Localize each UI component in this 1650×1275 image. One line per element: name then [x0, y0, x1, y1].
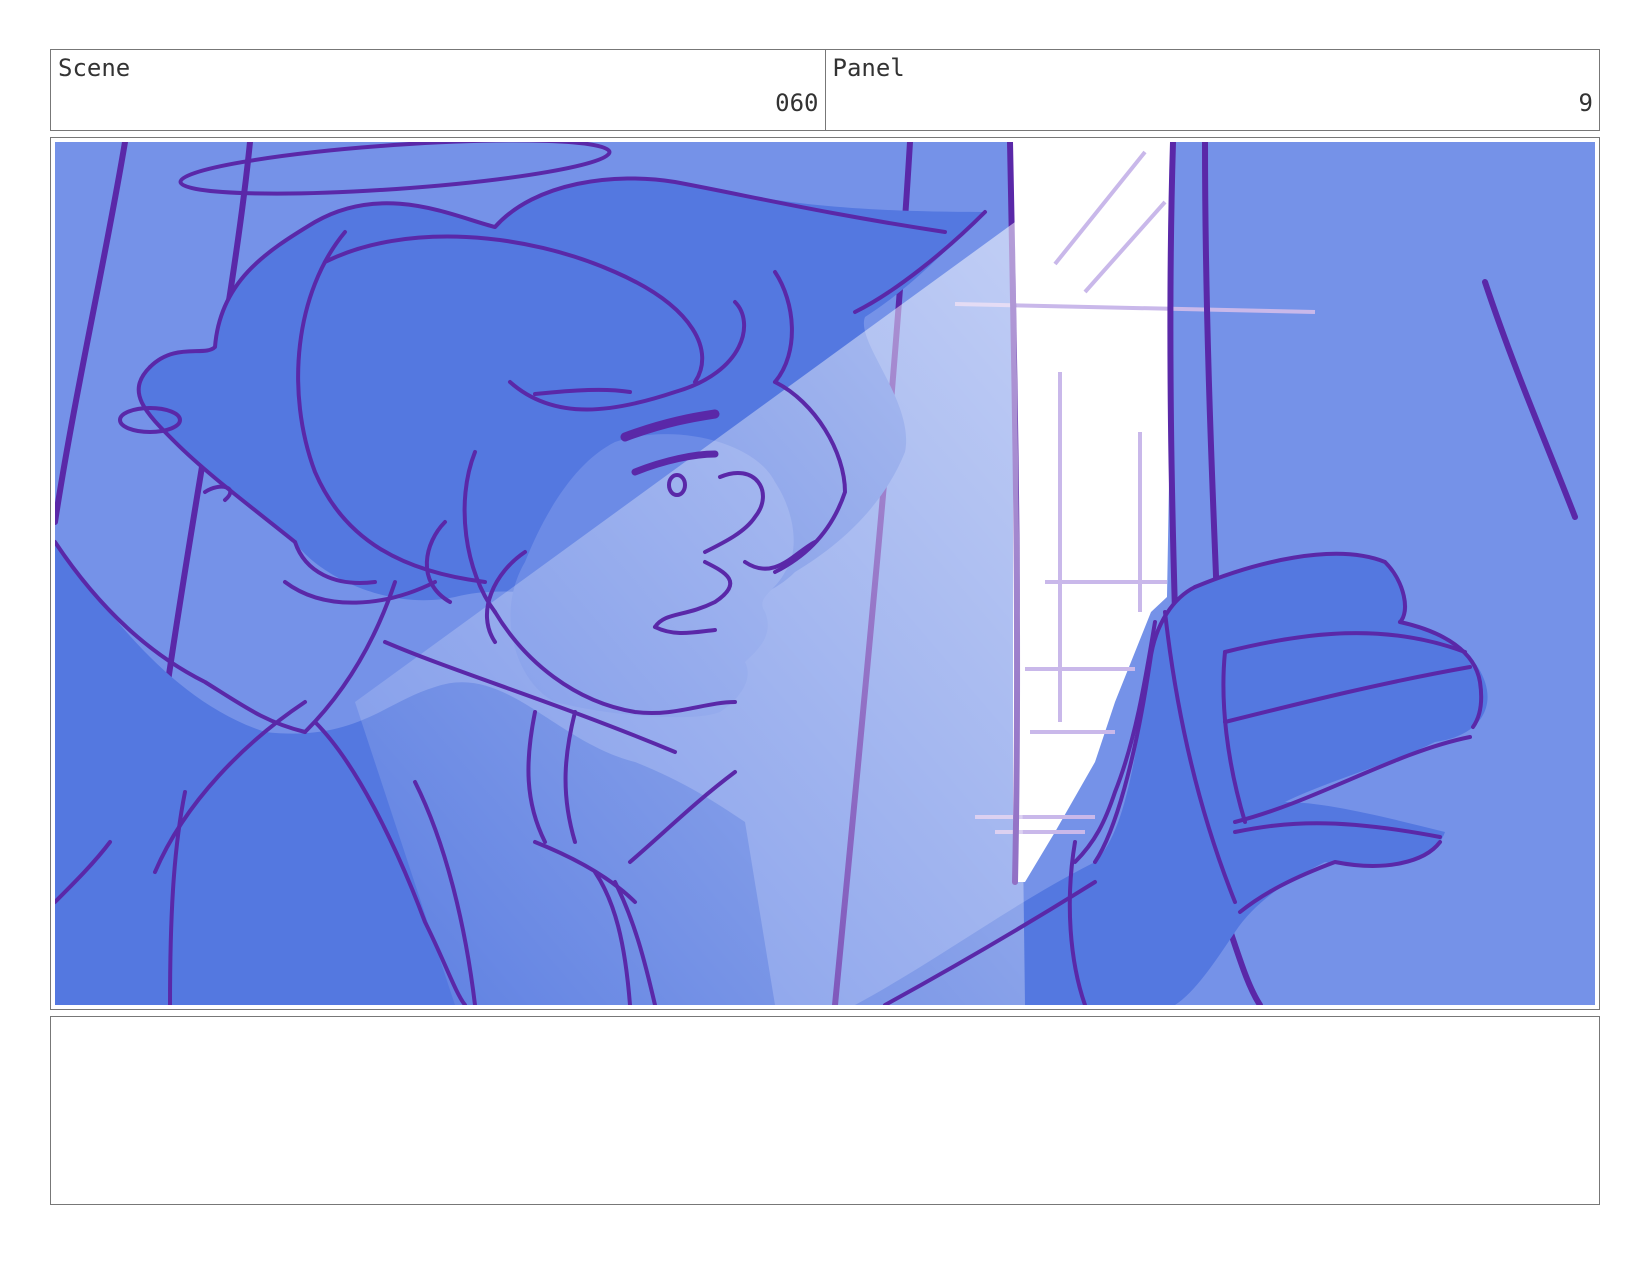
panel-label: Panel: [832, 54, 905, 82]
storyboard-frame: [50, 137, 1600, 1010]
panel-cell: Panel 9: [824, 50, 1600, 130]
storyboard-drawing: [55, 142, 1595, 1005]
scene-label: Scene: [58, 54, 131, 82]
panel-number: 9: [1578, 89, 1593, 117]
scene-cell: Scene 060: [51, 50, 825, 130]
notes-box: [50, 1016, 1600, 1205]
panel-header: Scene 060 Panel 9: [50, 49, 1600, 131]
scene-number: 060: [775, 89, 819, 117]
